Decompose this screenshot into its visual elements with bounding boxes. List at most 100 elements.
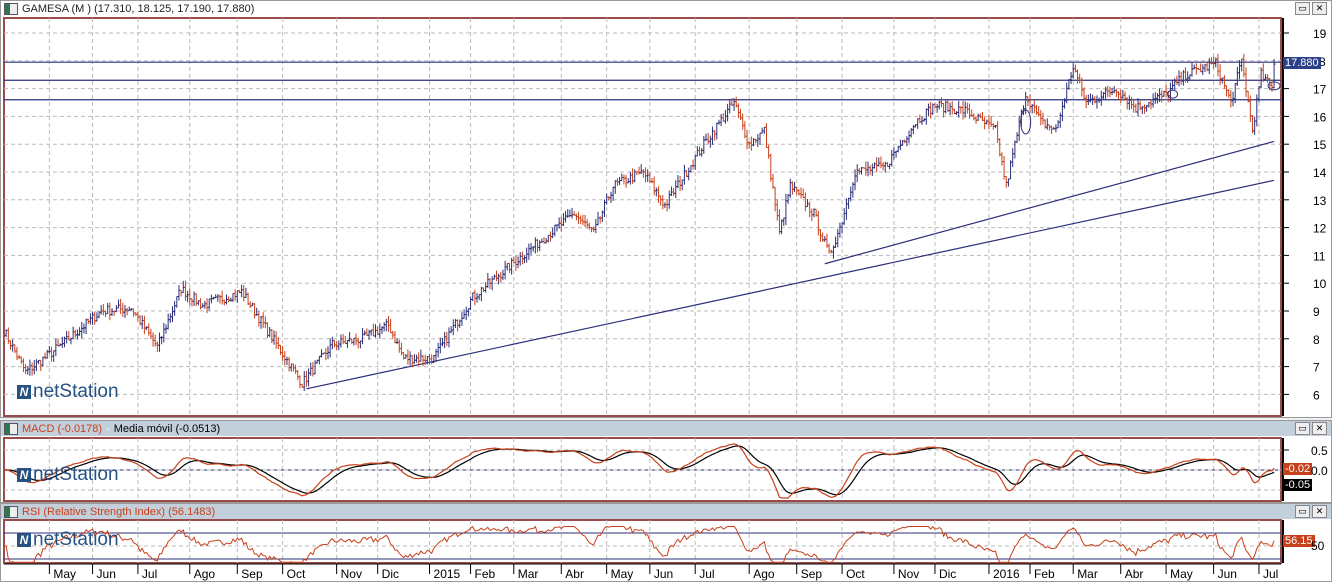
ohlc-bar <box>166 313 170 330</box>
ohlc-bar <box>332 340 336 348</box>
ohlc-bar <box>302 371 306 391</box>
ohlc-bar <box>652 176 656 196</box>
ohlc-bar <box>93 311 97 325</box>
ohlc-bar <box>417 352 421 366</box>
ohlc-bar <box>855 164 859 183</box>
ohlc-bar <box>674 180 678 199</box>
ohlc-bar <box>24 364 28 375</box>
ohlc-bar <box>853 169 857 191</box>
ohlc-bar <box>361 328 365 345</box>
ohlc-bar <box>415 354 419 363</box>
ohlc-bar <box>218 294 222 304</box>
y-tick-label: 8 <box>1313 333 1320 347</box>
y-tick-label: 13 <box>1313 194 1327 208</box>
x-tick-label: Feb <box>1034 567 1055 581</box>
ohlc-bar <box>650 177 654 184</box>
ohlc-bar <box>1134 103 1138 113</box>
ohlc-bar <box>378 323 382 339</box>
rsi-axis-label: 50 <box>1311 539 1325 553</box>
ohlc-bar <box>229 297 233 302</box>
ohlc-bar <box>278 344 282 355</box>
ohlc-bar <box>227 296 231 303</box>
ohlc-bar <box>21 358 25 372</box>
ohlc-bar <box>505 262 509 271</box>
ohlc-bar <box>486 273 490 288</box>
ohlc-bar <box>1246 90 1250 103</box>
ohlc-bar <box>916 118 920 129</box>
ellipse-marker <box>1167 89 1179 99</box>
ohlc-bar <box>397 339 401 353</box>
ohlc-bar <box>501 269 505 281</box>
ohlc-bar <box>756 134 760 148</box>
ohlc-bar <box>1142 104 1146 114</box>
ohlc-bar <box>99 305 103 315</box>
ohlc-bar <box>367 329 371 340</box>
ohlc-bar <box>499 271 503 283</box>
ohlc-bar <box>767 144 771 159</box>
ohlc-bar <box>13 344 17 354</box>
ohlc-bar <box>285 356 289 365</box>
ohlc-bar <box>337 340 341 351</box>
ohlc-bar <box>605 193 609 205</box>
ohlc-bar <box>715 122 719 140</box>
ohlc-bar <box>39 359 43 371</box>
ohlc-bar <box>710 126 714 145</box>
y-tick-label: 10 <box>1313 277 1327 291</box>
ohlc-bar <box>194 293 198 307</box>
ohlc-bar <box>626 178 630 184</box>
ohlc-bar <box>564 211 568 223</box>
ohlc-bar <box>583 214 587 227</box>
netstation-logo: NnetStation <box>17 529 119 551</box>
ohlc-bar <box>248 301 252 309</box>
ohlc-bar <box>1155 93 1159 104</box>
ohlc-bar <box>490 276 494 291</box>
ohlc-bar <box>624 174 628 188</box>
ohlc-bar <box>957 100 961 118</box>
ohlc-bar <box>689 165 693 173</box>
ohlc-bar <box>1199 63 1203 73</box>
ohlc-bar <box>892 147 896 160</box>
ohlc-bar <box>1041 112 1045 125</box>
ohlc-bar <box>71 326 75 340</box>
ohlc-bar <box>348 332 352 342</box>
ohlc-bar <box>875 157 879 173</box>
ohlc-bar <box>186 290 190 303</box>
ohlc-bar <box>1227 89 1231 98</box>
y-tick-label: 12 <box>1313 222 1327 236</box>
ohlc-bar <box>168 313 172 323</box>
ohlc-bar <box>637 166 641 175</box>
ohlc-bar <box>784 193 788 226</box>
ohlc-bar <box>1024 91 1028 115</box>
ohlc-bar <box>216 294 220 302</box>
ohlc-bar <box>728 99 732 114</box>
ohlc-bar <box>682 164 686 185</box>
x-tick-label: Dic <box>939 567 956 581</box>
ohlc-bar <box>935 103 939 113</box>
ohlc-bar <box>1039 110 1043 126</box>
ohlc-bar <box>298 375 302 389</box>
ohlc-bar <box>507 262 511 273</box>
y-tick-label: 6 <box>1313 388 1320 402</box>
ohlc-bar <box>41 356 45 367</box>
ohlc-bar <box>1177 70 1181 87</box>
x-tick-label: Sep <box>241 567 263 581</box>
ohlc-bar <box>713 130 717 141</box>
ohlc-bar <box>678 176 682 192</box>
ohlc-bar <box>471 292 475 302</box>
ohlc-bar <box>594 218 598 234</box>
price-panel: GAMESA (M ) (17.310, 18.125, 17.190, 17.… <box>0 0 1332 418</box>
ohlc-bar <box>1099 90 1103 106</box>
ohlc-bar <box>84 318 88 335</box>
ohlc-bar <box>177 285 181 301</box>
ohlc-bar <box>512 256 516 264</box>
ohlc-bar <box>538 240 542 252</box>
ohlc-bar <box>950 101 954 115</box>
ohlc-bar <box>158 332 162 352</box>
ohlc-bar <box>240 284 244 298</box>
ohlc-bar <box>687 167 691 181</box>
y-tick-label: 17 <box>1313 83 1327 97</box>
ohlc-bar <box>231 292 235 302</box>
ohlc-bar <box>1060 100 1064 122</box>
ohlc-bar <box>870 163 874 176</box>
x-tick-label: Oct <box>846 567 865 581</box>
